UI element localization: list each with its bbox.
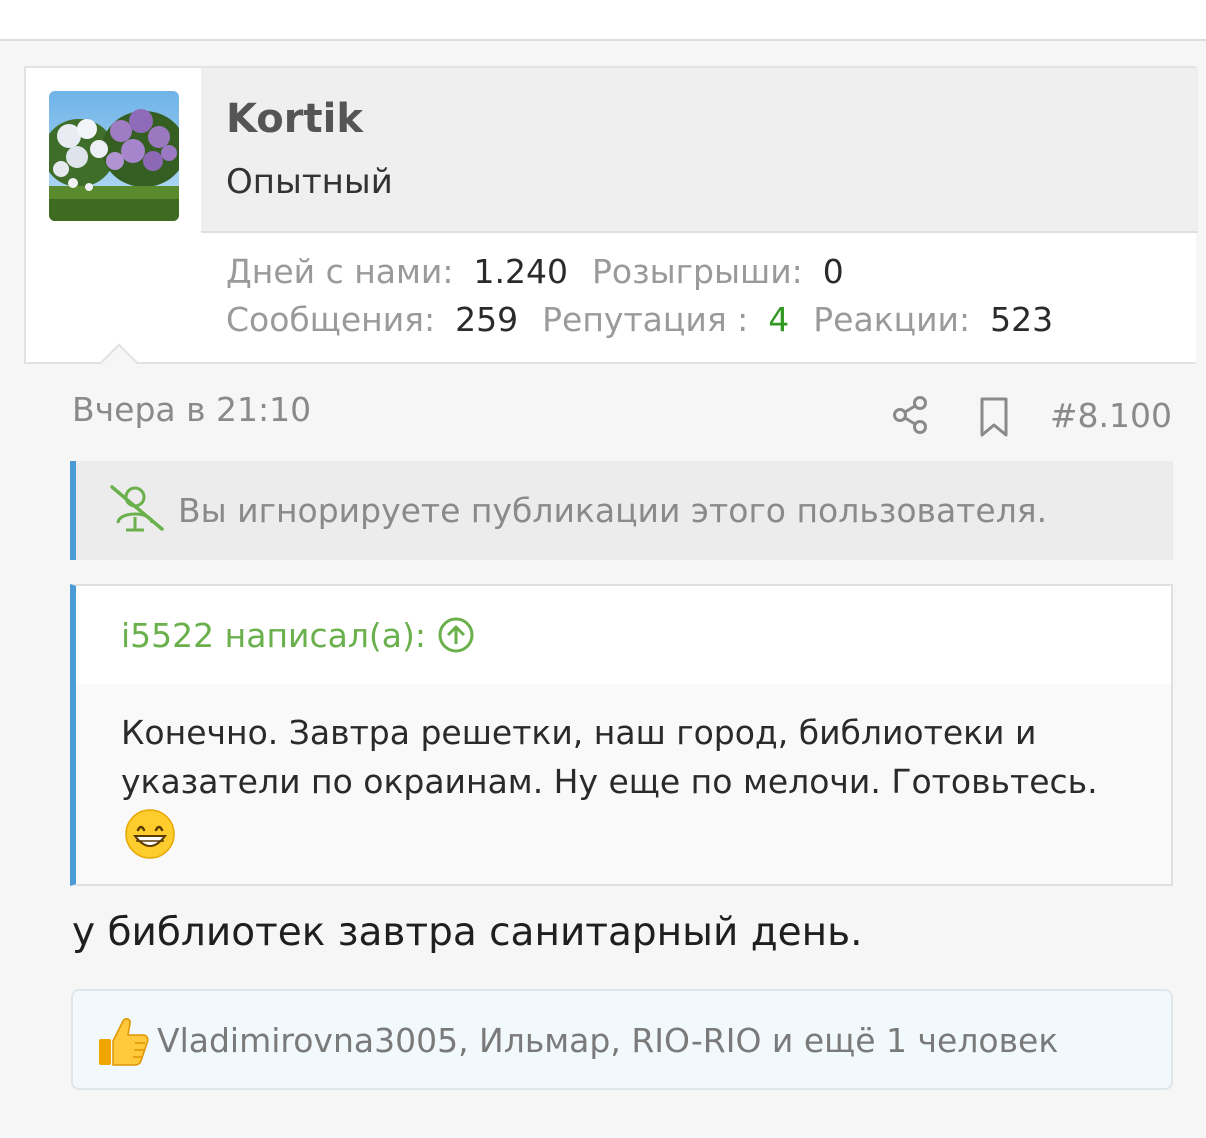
- stats-row-2: Сообщения: 259 Репутация : 4 Реакции: 523: [226, 296, 1077, 344]
- reactions-value: 523: [990, 300, 1054, 339]
- ignored-notice-text: Вы игнорируете публикации этого пользова…: [178, 491, 1048, 530]
- user-name-block: Kortik Опытный: [201, 68, 1198, 233]
- quote-header: i5522 написал(а):: [76, 586, 1171, 684]
- post-text: у библиотек завтра санитарный день.: [72, 910, 863, 955]
- thumbs-up-icon: [99, 1018, 149, 1066]
- draws-label: Розыгрыши:: [591, 252, 803, 291]
- reputation-value: 4: [768, 300, 790, 339]
- user-stats: Дней с нами: 1.240 Розыгрыши: 0 Сообщения: 2…: [226, 248, 1077, 344]
- username[interactable]: Kortik: [226, 96, 363, 142]
- user-card: Kortik Опытный Дней с нами: 1.240 Розыгрыш…: [24, 66, 1198, 364]
- share-icon[interactable]: [890, 394, 932, 436]
- stats-row-1: Дней с нами: 1.240 Розыгрыши: 0: [226, 248, 1077, 296]
- bookmark-icon[interactable]: [976, 396, 1012, 438]
- muted-user-icon: [110, 485, 164, 532]
- quote-author-link[interactable]: i5522 написал(а):: [121, 616, 426, 655]
- grinning-face-icon: [125, 809, 175, 859]
- avatar-image: [49, 91, 179, 221]
- reputation-label: Репутация :: [542, 300, 749, 339]
- post-number-link[interactable]: #8.100: [1050, 396, 1172, 435]
- post-time[interactable]: Вчера в 21:10: [72, 390, 311, 429]
- messages-label: Сообщения:: [226, 300, 436, 339]
- days-value: 1.240: [473, 252, 568, 291]
- reactions-label: Реакции:: [813, 300, 971, 339]
- reactions-bar[interactable]: Vladimirovna3005, Ильмар, RIO-RIO и ещё …: [71, 989, 1173, 1090]
- draws-value: 0: [822, 252, 844, 291]
- avatar[interactable]: [49, 91, 179, 221]
- reactions-text[interactable]: Vladimirovna3005, Ильмар, RIO-RIO и ещё …: [157, 1021, 1058, 1060]
- days-label: Дней с нами:: [226, 252, 454, 291]
- arrow-up-circle-icon[interactable]: [437, 616, 475, 654]
- user-title: Опытный: [226, 162, 393, 202]
- post-meta: Вчера в 21:10 #8.100: [72, 388, 1172, 448]
- quote-block: i5522 написал(а): Конечно. Завтра решетк…: [70, 584, 1173, 886]
- card-pointer: [96, 342, 140, 364]
- messages-value: 259: [455, 300, 519, 339]
- quote-text: Конечно. Завтра решетки, наш город, библ…: [121, 713, 1098, 801]
- ignored-notice: Вы игнорируете публикации этого пользова…: [70, 461, 1173, 560]
- top-bar: [0, 0, 1206, 41]
